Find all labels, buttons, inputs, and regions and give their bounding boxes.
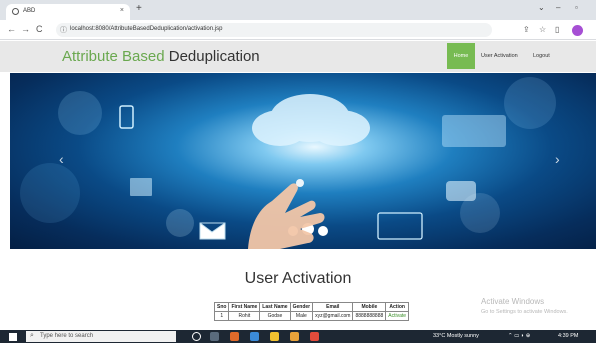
nav-logout[interactable]: Logout [533,53,550,59]
url-field[interactable]: ⓘ localhost:8080/AttributeBasedDeduplica… [56,23,492,37]
carousel-prev-arrow[interactable]: ‹ [59,151,64,167]
app-icon[interactable] [290,332,299,341]
header-sno: Sno [213,302,230,312]
system-tray-icons[interactable]: ⌃ ▭ ◗ ⊕ [508,333,530,339]
nav-user-activation[interactable]: User Activation [481,53,518,59]
nav-home[interactable]: Home [447,43,475,69]
bookmark-star-icon[interactable]: ☆ [539,25,546,34]
header-mobile: Mobile [352,302,387,312]
edge-icon[interactable] [250,332,259,341]
tab-close-icon[interactable]: × [120,7,124,14]
hero-carousel: ‹ › [10,73,596,249]
back-button[interactable]: ← [7,24,16,34]
header-gender: Gender [289,302,314,312]
brand-part-2: Deduplication [168,48,260,65]
header-first-name: First Name [228,302,261,312]
app-icon[interactable] [230,332,239,341]
table-row: 1 Rohit Godse Male xyz@gmail.com 8888888… [213,311,410,321]
cortana-icon[interactable] [192,332,201,341]
windows-taskbar: ⌕ Type here to search 33°C Mostly sunny … [0,330,596,343]
chevron-down-icon[interactable]: ⌄ [538,3,545,12]
user-activation-table: Sno First Name Last Name Gender Email Mo… [213,302,410,321]
new-tab-button[interactable]: + [136,3,142,14]
world-map-icon [442,115,506,147]
cell-first-name: Rohit [228,311,261,321]
page-title: User Activation [244,270,352,287]
phone-icon [119,105,134,129]
sidebar-icon[interactable]: ▯ [555,25,559,34]
search-icon: ⌕ [30,332,34,339]
address-bar: ← → C ⓘ localhost:8080/AttributeBasedDed… [0,20,596,40]
header-email: Email [312,302,354,312]
weather-indicator[interactable]: 33°C Mostly sunny [433,333,479,339]
maximize-icon[interactable]: ▫ [575,3,578,12]
activate-windows-subtitle: Go to Settings to activate Windows. [481,309,568,315]
document-icon [130,178,152,196]
url-text: localhost:8080/AttributeBasedDeduplicati… [70,26,223,32]
envelope-icon [199,222,226,240]
share-icon[interactable]: ⇪ [523,25,530,34]
cell-mobile: 8888888888 [352,311,387,321]
table-header-row: Sno First Name Last Name Gender Email Mo… [213,302,410,312]
cloud-computing-illustration [20,77,556,249]
taskbar-search-placeholder: Type here to search [40,333,94,339]
chat-bubble-icon [446,181,476,201]
header-action: Action [385,302,410,312]
cell-email: xyz@gmail.com [312,311,354,321]
site-brand[interactable]: Attribute Based Deduplication [62,48,260,65]
reload-button[interactable]: C [36,24,43,34]
profile-avatar[interactable] [572,25,583,36]
windows-start-icon[interactable] [9,333,17,341]
file-explorer-icon[interactable] [270,332,279,341]
cell-sno: 1 [213,311,230,321]
header-last-name: Last Name [259,302,291,312]
cell-action: Activate [385,311,410,321]
task-view-icon[interactable] [210,332,219,341]
carousel-next-arrow[interactable]: › [555,151,560,167]
chrome-icon[interactable] [310,332,319,341]
cell-gender: Male [289,311,314,321]
clock[interactable]: 4:39 PM [558,333,578,339]
info-icon[interactable]: ⓘ [60,25,67,35]
activate-windows-title: Activate Windows [481,297,545,306]
taskbar-search[interactable]: ⌕ Type here to search [26,331,176,342]
laptop-icon [377,212,423,240]
tab-title: ABD [23,8,36,14]
activate-link[interactable]: Activate [388,313,406,319]
cell-last-name: Godse [259,311,291,321]
minimize-icon[interactable]: – [556,3,560,12]
brand-part-1: Attribute Based [62,48,165,65]
pointing-hand-image [248,183,325,249]
browser-tab-bar: ABD × + ⌄ – ▫ [0,0,596,20]
site-header: Attribute Based Deduplication Home User … [0,41,596,72]
globe-icon [12,8,19,15]
forward-button[interactable]: → [21,24,30,34]
browser-tab[interactable]: ABD × [6,4,130,20]
